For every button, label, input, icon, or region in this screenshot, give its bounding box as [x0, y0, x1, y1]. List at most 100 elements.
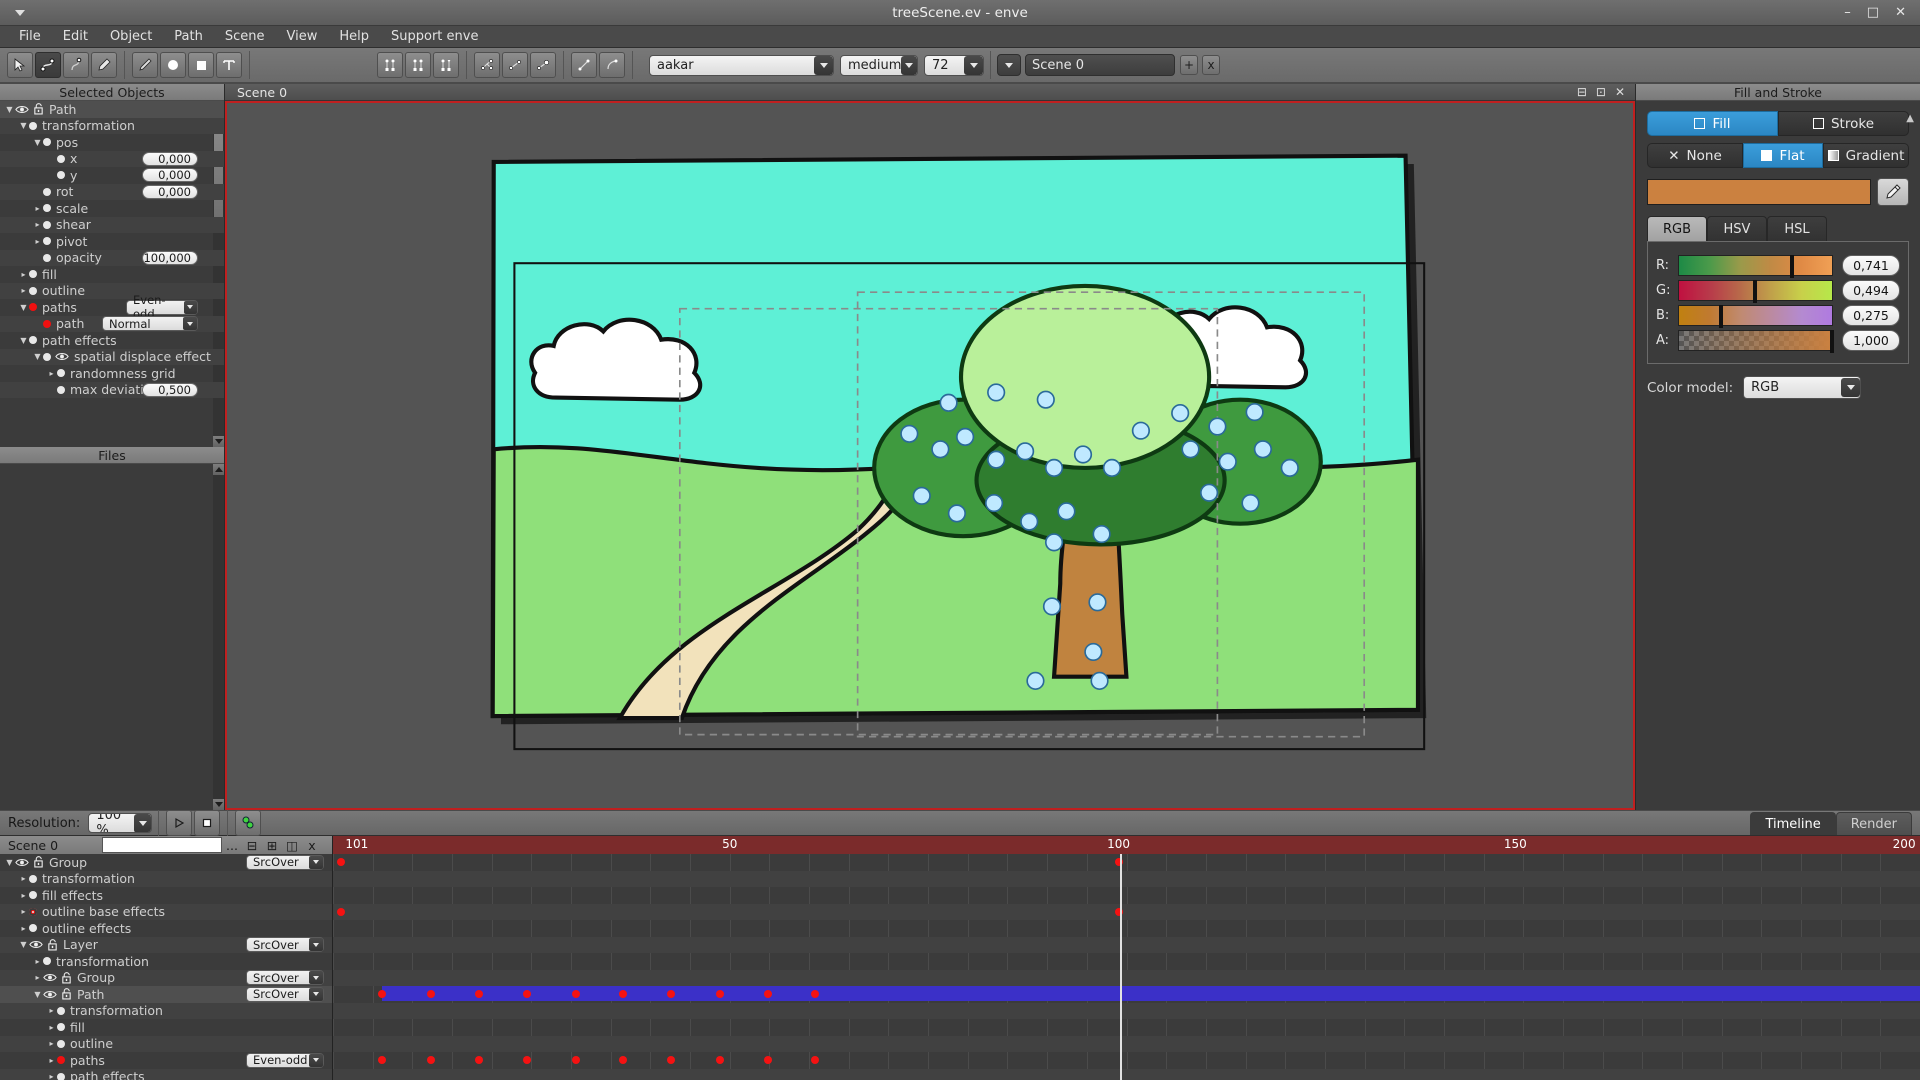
blend-mode-combo[interactable]: SrcOver	[246, 970, 324, 985]
menu-scene[interactable]: Scene	[214, 27, 276, 46]
render-preview-button[interactable]	[235, 810, 261, 836]
font-style-combo[interactable]: medium	[840, 55, 918, 76]
selected-objects-row[interactable]: opacity100,000	[0, 250, 224, 267]
scroll-down-arrow-icon[interactable]	[213, 436, 224, 447]
timeline-row[interactable]: ▸GroupSrcOver	[0, 970, 332, 987]
paint-none-tab[interactable]: ✕ None	[1647, 143, 1743, 168]
close-button[interactable]: ✕	[1895, 5, 1906, 20]
record-dot-icon[interactable]	[43, 254, 51, 262]
channel-value[interactable]: 0,275	[1842, 305, 1900, 326]
resolution-combo[interactable]: 100 %	[88, 813, 152, 833]
canvas-close-button[interactable]: ✕	[1615, 85, 1625, 99]
select-tool-button[interactable]	[7, 52, 33, 78]
record-dot-icon[interactable]	[43, 188, 51, 196]
play-button[interactable]	[166, 810, 192, 836]
symmetric-node-button[interactable]	[377, 52, 403, 78]
expand-toggle-icon[interactable]: ▸	[32, 973, 43, 982]
expand-toggle-icon[interactable]: ▼	[32, 352, 43, 361]
blend-mode-combo[interactable]: Even-odd	[246, 1053, 324, 1068]
record-dot-icon[interactable]	[29, 303, 37, 311]
selected-objects-row[interactable]: ▸shear	[0, 217, 224, 234]
record-dot-icon[interactable]	[29, 287, 37, 295]
keyframe-row[interactable]	[333, 1003, 1920, 1020]
timeline-ruler-top[interactable]: 10150100150200	[333, 836, 1920, 854]
timeline-split-horizontal-icon[interactable]: ⊞	[262, 838, 282, 853]
timeline-search-input[interactable]	[102, 837, 222, 853]
blend-mode-combo[interactable]: SrcOver	[246, 987, 324, 1002]
expand-toggle-icon[interactable]: ▼	[4, 858, 15, 867]
selected-objects-row[interactable]: ▼pathsEven-odd	[0, 299, 224, 316]
menu-object[interactable]: Object	[99, 27, 163, 46]
keyframe-row[interactable]	[333, 953, 1920, 970]
paint-brush-tool-button[interactable]	[91, 52, 117, 78]
keyframe-row[interactable]	[333, 887, 1920, 904]
files-panel-body[interactable]	[0, 464, 224, 810]
keyframe-marker[interactable]	[475, 990, 483, 998]
expand-toggle-icon[interactable]: ▸	[18, 874, 29, 883]
keyframe-marker[interactable]	[619, 990, 627, 998]
eyedropper-tool-button[interactable]	[132, 52, 158, 78]
keyframe-marker[interactable]	[427, 1056, 435, 1064]
expand-toggle-icon[interactable]: ▸	[46, 1072, 57, 1080]
channel-value[interactable]: 0,741	[1842, 255, 1900, 276]
expand-toggle-icon[interactable]: ▼	[18, 940, 29, 949]
expand-toggle-icon[interactable]: ▸	[18, 286, 29, 295]
keyframe-row[interactable]	[333, 904, 1920, 921]
record-dot-icon[interactable]	[57, 171, 65, 179]
timeline-settings-icon[interactable]: ...	[222, 838, 242, 853]
selected-objects-row[interactable]: pathNormal	[0, 316, 224, 333]
menu-edit[interactable]: Edit	[52, 27, 99, 46]
selected-objects-row[interactable]: ▸scale	[0, 200, 224, 217]
record-dot-icon[interactable]	[57, 1007, 65, 1015]
corner-node-button[interactable]	[433, 52, 459, 78]
timeline-row[interactable]: ▸pathsEven-odd	[0, 1052, 332, 1069]
keyframe-row[interactable]	[333, 937, 1920, 954]
expand-toggle-icon[interactable]: ▸	[32, 237, 43, 246]
smooth-node-button[interactable]	[405, 52, 431, 78]
color-picker-icon[interactable]	[1877, 178, 1909, 206]
canvas-split-vertical-button[interactable]: ⊡	[1596, 85, 1606, 99]
keyframe-marker[interactable]	[523, 1056, 531, 1064]
timeline-row[interactable]: ▸fill effects	[0, 887, 332, 904]
scene-selector-combo[interactable]: Scene 0	[1025, 54, 1175, 76]
channel-slider[interactable]	[1678, 255, 1833, 276]
record-dot-icon[interactable]	[43, 320, 51, 328]
record-dot-icon[interactable]	[29, 908, 37, 916]
record-dot-icon[interactable]	[57, 1040, 65, 1048]
menu-view[interactable]: View	[276, 27, 329, 46]
menu-path[interactable]: Path	[163, 27, 214, 46]
timeline-row[interactable]: ▸outline	[0, 1036, 332, 1053]
record-dot-icon[interactable]	[43, 221, 51, 229]
color-model-combo[interactable]: RGB	[1743, 376, 1861, 399]
record-dot-icon[interactable]	[29, 122, 37, 130]
timeline-row[interactable]: ▸transformation	[0, 1003, 332, 1020]
record-dot-icon[interactable]	[57, 386, 65, 394]
timeline-close-icon[interactable]: x	[302, 838, 322, 853]
stroke-target-tab[interactable]: Stroke	[1778, 111, 1909, 136]
value-field[interactable]: 0,000	[142, 152, 198, 166]
expand-toggle-icon[interactable]: ▼	[18, 121, 29, 130]
keyframe-row[interactable]	[333, 871, 1920, 888]
make-segment-line-button[interactable]	[571, 52, 597, 78]
draw-path-tool-button[interactable]	[63, 52, 89, 78]
maximize-button[interactable]: □	[1867, 5, 1879, 20]
circle-tool-button[interactable]	[160, 52, 186, 78]
record-dot-icon[interactable]	[43, 237, 51, 245]
keyframe-marker[interactable]	[572, 1056, 580, 1064]
expand-toggle-icon[interactable]: ▸	[18, 270, 29, 279]
record-dot-icon[interactable]	[29, 875, 37, 883]
selected-objects-row[interactable]: ▼transformation	[0, 118, 224, 135]
canvas-tab-scene-0[interactable]: Scene 0	[225, 85, 299, 100]
panel-scroll-up-icon[interactable]: ▲	[1906, 113, 1914, 124]
tab-render[interactable]: Render	[1836, 812, 1912, 835]
record-dot-icon[interactable]	[57, 155, 65, 163]
timeline-row[interactable]: ▸outline effects	[0, 920, 332, 937]
expand-toggle-icon[interactable]: ▸	[18, 891, 29, 900]
expand-toggle-icon[interactable]: ▸	[46, 1039, 57, 1048]
keyframe-marker[interactable]	[811, 1056, 819, 1064]
keyframe-marker[interactable]	[764, 990, 772, 998]
paint-flat-tab[interactable]: Flat	[1743, 143, 1823, 168]
blend-mode-combo[interactable]: SrcOver	[246, 937, 324, 952]
scroll-down-arrow-icon[interactable]	[213, 799, 224, 810]
row-combo[interactable]: Even-odd	[126, 300, 198, 315]
